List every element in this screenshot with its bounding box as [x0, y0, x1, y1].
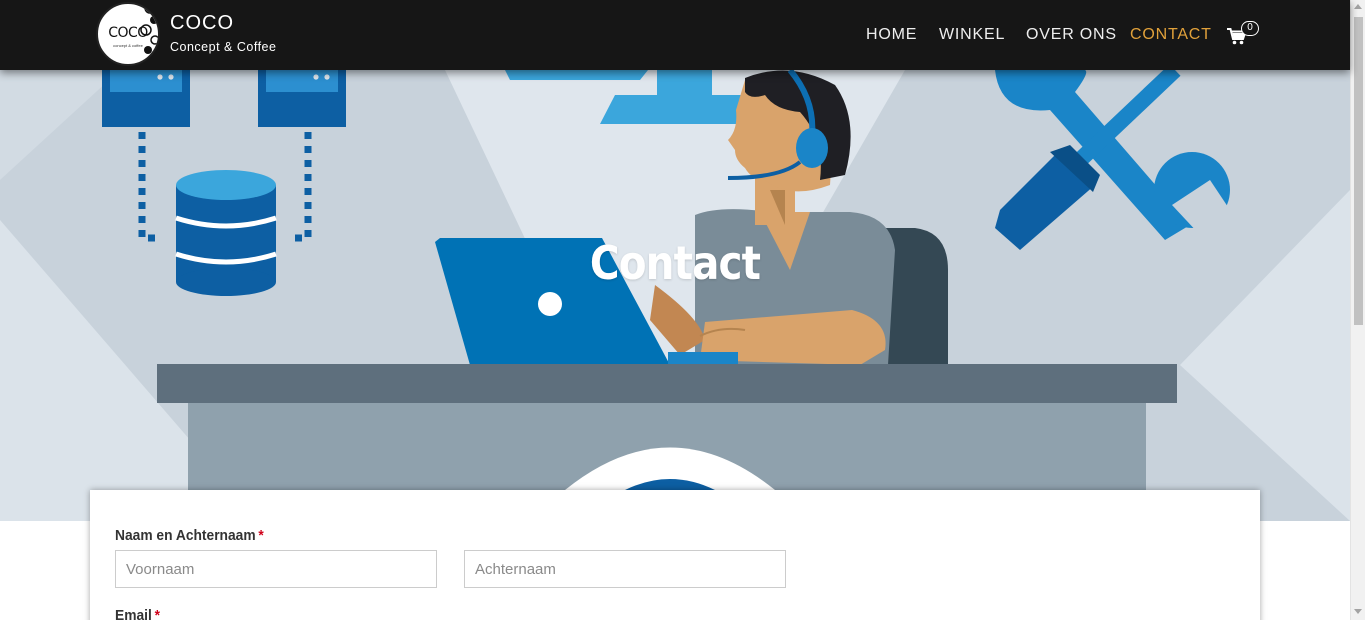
last-name-input[interactable] [464, 550, 786, 588]
nav-over-ons[interactable]: OVER ONS [1026, 26, 1117, 44]
desk-top [157, 364, 1177, 403]
hero-banner: Contact [0, 0, 1350, 521]
required-asterisk: * [154, 607, 160, 620]
page-scrollbar[interactable] [1350, 0, 1365, 620]
floral-ornament-icon [140, 4, 158, 64]
email-label-text: Email [115, 607, 152, 620]
scrollbar-thumb[interactable] [1354, 17, 1363, 325]
name-label-text: Naam en Achternaam [115, 527, 256, 544]
top-navbar: COCO concept & coffee COCO Concept & Cof… [0, 0, 1350, 70]
monitor-stand [505, 70, 648, 80]
scroll-up-arrow-icon[interactable] [1354, 4, 1362, 9]
required-asterisk: * [258, 527, 264, 544]
nav-winkel[interactable]: WINKEL [939, 26, 1005, 44]
cart-count-badge: 0 [1241, 21, 1259, 36]
page-title: Contact [589, 236, 761, 290]
nav-home[interactable]: HOME [866, 26, 917, 44]
scroll-down-arrow-icon[interactable] [1354, 609, 1362, 614]
site-logo[interactable]: COCO concept & coffee [96, 2, 160, 66]
nav-contact[interactable]: CONTACT [1130, 26, 1212, 44]
contact-form-card: Naam en Achternaam* Email* [90, 490, 1260, 620]
name-field-label: Naam en Achternaam * [115, 527, 264, 544]
brand-name[interactable]: COCO [170, 12, 234, 35]
email-field-label: Email * [115, 607, 160, 620]
first-name-input[interactable] [115, 550, 437, 588]
brand-tagline: Concept & Coffee [170, 40, 277, 54]
